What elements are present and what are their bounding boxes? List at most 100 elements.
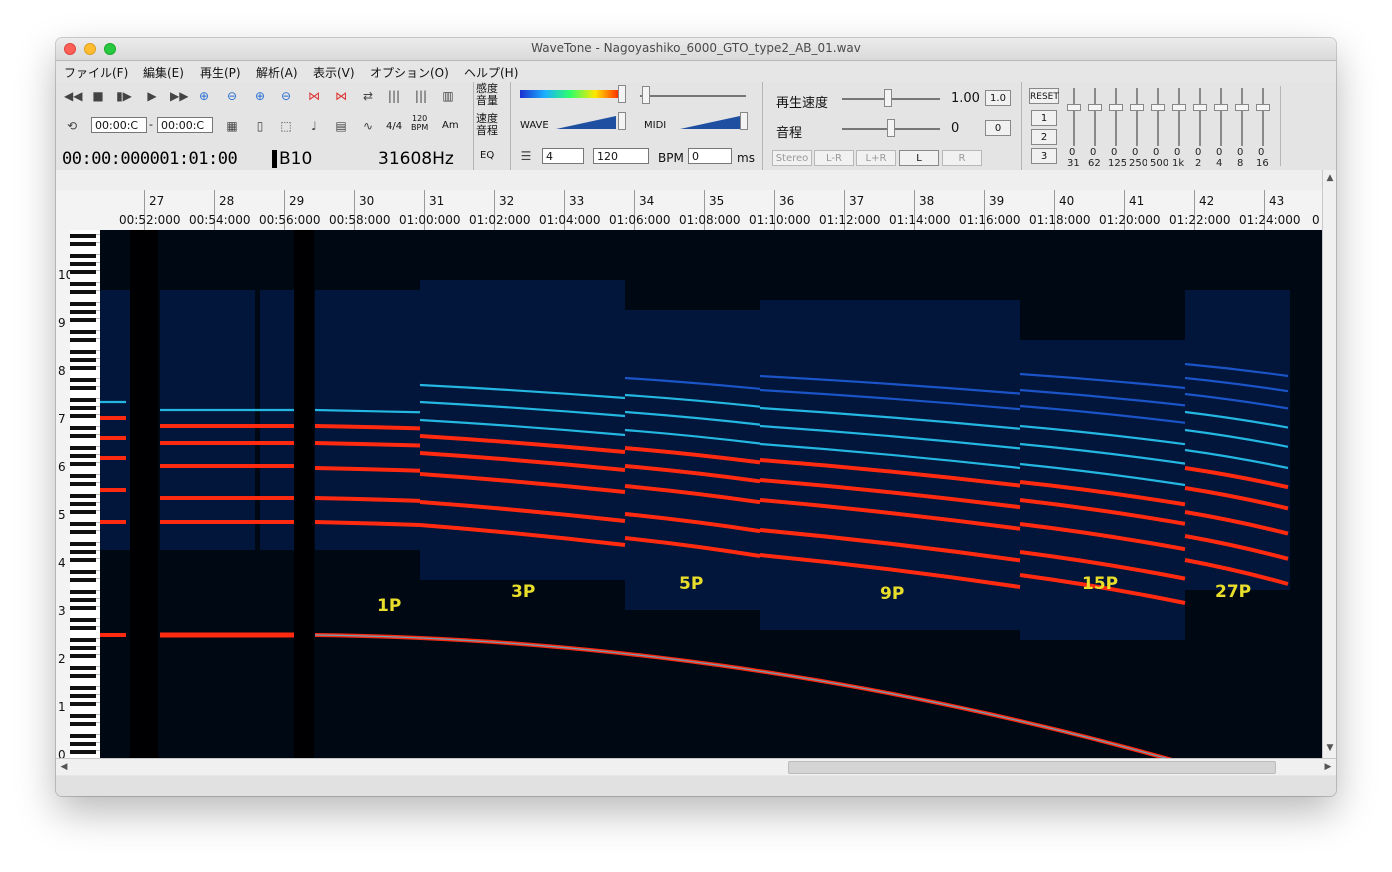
eq-thumb-8k[interactable] <box>1235 104 1249 111</box>
table-icon[interactable]: ▤ <box>333 118 349 134</box>
eq-slider-8k[interactable] <box>1241 88 1243 146</box>
eq-thumb-16k[interactable] <box>1256 104 1270 111</box>
horizontal-scrollbar[interactable]: ◀ ▶ <box>56 758 1336 775</box>
eq-slider-125[interactable] <box>1115 88 1117 146</box>
eq-slider-31[interactable] <box>1073 88 1075 146</box>
black-key[interactable] <box>70 398 96 402</box>
black-key[interactable] <box>70 510 96 514</box>
scroll-left-icon[interactable]: ◀ <box>58 760 70 774</box>
left-channel-button[interactable]: L <box>899 150 939 166</box>
black-key[interactable] <box>70 234 96 238</box>
black-key[interactable] <box>70 522 96 526</box>
vertical-scrollbar[interactable]: ▲ ▼ <box>1322 170 1336 758</box>
black-key[interactable] <box>70 606 96 610</box>
menu-analyze[interactable]: 解析(A) <box>256 64 298 81</box>
eq-slider-16k[interactable] <box>1262 88 1264 146</box>
black-key[interactable] <box>70 242 96 246</box>
black-key[interactable] <box>70 426 96 430</box>
beats-field[interactable]: 4 <box>542 148 584 164</box>
swap-icon[interactable]: ⇄ <box>360 88 376 104</box>
black-key[interactable] <box>70 358 96 362</box>
black-key[interactable] <box>70 378 96 382</box>
time-signature-icon[interactable]: 4/4 <box>386 121 402 132</box>
black-key[interactable] <box>70 318 96 322</box>
eq-slider-1k[interactable] <box>1178 88 1180 146</box>
black-key[interactable] <box>70 550 96 554</box>
black-key[interactable] <box>70 742 96 746</box>
eq-preset-2-button[interactable]: 2 <box>1031 129 1057 145</box>
black-key[interactable] <box>70 530 96 534</box>
black-key[interactable] <box>70 366 96 370</box>
wave-volume-thumb[interactable] <box>618 112 626 130</box>
zoom-out-horizontal-icon[interactable]: ⊖ <box>224 88 240 104</box>
zoom-in-vertical-icon[interactable]: ⊕ <box>252 88 268 104</box>
pitch-slider-thumb[interactable] <box>887 119 895 137</box>
black-key[interactable] <box>70 338 96 342</box>
black-key[interactable] <box>70 282 96 286</box>
black-key[interactable] <box>70 702 96 706</box>
loop-icon[interactable]: ⟲ <box>64 118 80 134</box>
black-key[interactable] <box>70 474 96 478</box>
eq-thumb-62[interactable] <box>1088 104 1102 111</box>
black-key[interactable] <box>70 302 96 306</box>
stereo-button[interactable]: Stereo <box>772 150 812 166</box>
black-key[interactable] <box>70 446 96 450</box>
waveform-right-icon[interactable]: ||| <box>413 88 429 104</box>
bpm-field[interactable]: 120 <box>593 148 649 164</box>
black-key[interactable] <box>70 722 96 726</box>
eq-slider-2k[interactable] <box>1199 88 1201 146</box>
zoom-out-vertical-icon[interactable]: ⊖ <box>278 88 294 104</box>
black-key[interactable] <box>70 290 96 294</box>
eq-slider-250[interactable] <box>1136 88 1138 146</box>
black-key[interactable] <box>70 626 96 630</box>
black-key[interactable] <box>70 406 96 410</box>
black-key[interactable] <box>70 638 96 642</box>
play-icon[interactable]: ▶ <box>144 88 160 104</box>
eq-preset-1-button[interactable]: 1 <box>1031 110 1057 126</box>
zoom-in-horizontal-icon[interactable]: ⊕ <box>196 88 212 104</box>
menu-options[interactable]: オプション(O) <box>370 64 449 81</box>
sensitivity-slider-thumb[interactable] <box>642 86 650 104</box>
select-icon[interactable]: ⬚ <box>278 118 294 134</box>
black-key[interactable] <box>70 598 96 602</box>
black-key[interactable] <box>70 502 96 506</box>
pen-icon[interactable]: ▯ <box>252 118 268 134</box>
black-key[interactable] <box>70 666 96 670</box>
eq-thumb-4k[interactable] <box>1214 104 1228 111</box>
shrink-vertical-icon[interactable]: ⋈ <box>333 88 349 104</box>
midi-volume-thumb[interactable] <box>740 112 748 130</box>
scroll-up-icon[interactable]: ▲ <box>1324 172 1336 184</box>
menu-help[interactable]: ヘルプ(H) <box>464 64 518 81</box>
right-channel-button[interactable]: R <box>942 150 982 166</box>
eq-slider-4k[interactable] <box>1220 88 1222 146</box>
black-key[interactable] <box>70 310 96 314</box>
rewind-icon[interactable]: ◀◀ <box>64 88 82 104</box>
eq-reset-button[interactable]: RESET <box>1029 88 1059 104</box>
black-key[interactable] <box>70 694 96 698</box>
menu-view[interactable]: 表示(V) <box>313 64 355 81</box>
black-key[interactable] <box>70 654 96 658</box>
black-key[interactable] <box>70 254 96 258</box>
color-scale-thumb[interactable] <box>618 85 626 103</box>
note-icon[interactable]: ♩ <box>306 118 322 134</box>
eq-slider-62[interactable] <box>1094 88 1096 146</box>
black-key[interactable] <box>70 414 96 418</box>
curve-icon[interactable]: ∿ <box>360 118 376 134</box>
grid-icon[interactable]: ▦ <box>224 118 240 134</box>
pitch-reset-button[interactable]: 0 <box>985 120 1011 136</box>
offset-ms-field[interactable]: 0 <box>688 148 732 164</box>
black-key[interactable] <box>70 262 96 266</box>
black-key[interactable] <box>70 558 96 562</box>
black-key[interactable] <box>70 570 96 574</box>
loop-start-field[interactable]: 00:00:C <box>91 117 147 133</box>
black-key[interactable] <box>70 454 96 458</box>
bpm-icon-bottom[interactable]: BPM <box>411 123 428 132</box>
black-key[interactable] <box>70 482 96 486</box>
black-key[interactable] <box>70 270 96 274</box>
scroll-right-icon[interactable]: ▶ <box>1322 760 1334 774</box>
eq-thumb-500[interactable] <box>1151 104 1165 111</box>
waveform-left-icon[interactable]: ||| <box>386 88 402 104</box>
black-key[interactable] <box>70 494 96 498</box>
black-key[interactable] <box>70 734 96 738</box>
time-ruler[interactable]: 0 27 28 29 30 31 32 33 34 35 36 37 38 39 40 41 42 43 00:5… <box>100 190 1322 231</box>
